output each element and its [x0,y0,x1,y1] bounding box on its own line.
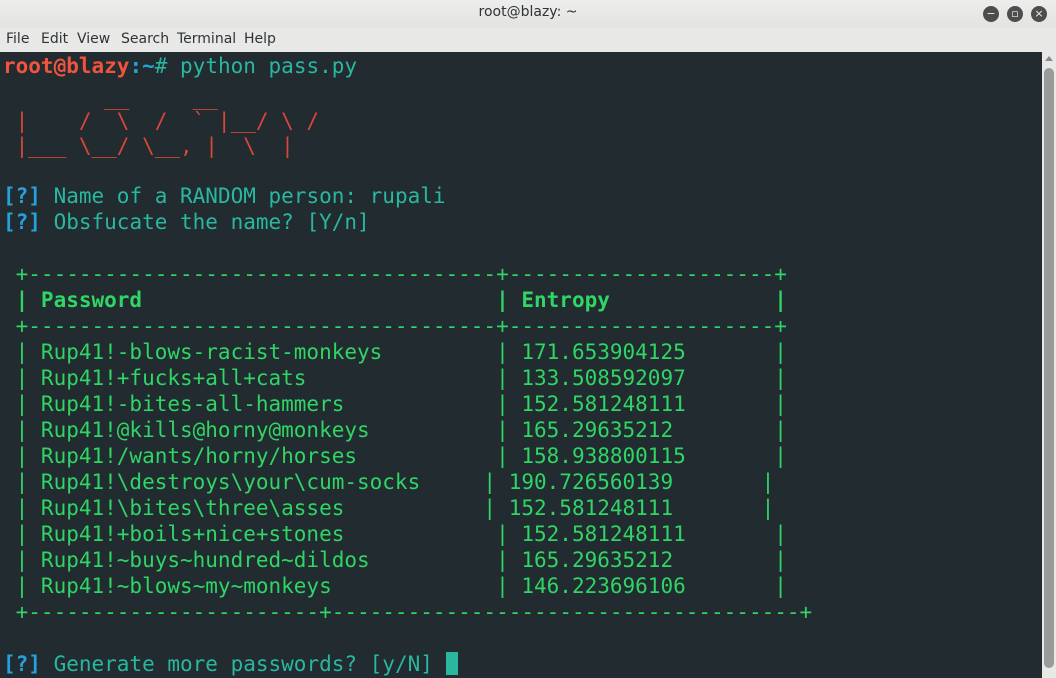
menu-bar: File Edit View Search Terminal Help [0,28,1056,52]
terminal-window: root@blazy: ~ − ▫ × File Edit View Searc… [0,0,1056,678]
text-cursor [445,652,458,675]
command-text: python pass.py [180,54,358,78]
table-row: | Rup41!~blows~my~monkeys | 146.22369610… [3,574,787,598]
menu-search[interactable]: Search [121,31,169,47]
terminal-output[interactable]: root@blazy:~# python pass.py __ __ | / \… [0,52,1042,678]
question-obfuscate: [?] Obsfucate the name? [Y/n] [3,209,370,235]
window-title: root@blazy: ~ [478,4,578,20]
ascii-art-line: |___ \__/ \__, | \ | [3,134,294,158]
menu-file[interactable]: File [6,31,29,47]
command-line: root@blazy:~# python pass.py [3,53,357,79]
question-text: Generate more passwords? [y/N] [40,652,446,676]
table-row: | Rup41!+fucks+all+cats | 133.508592097 … [3,366,787,390]
table-header: | Password | Entropy | [3,288,787,312]
question-tag: [?] [3,652,41,676]
scroll-up-arrow-icon[interactable] [1045,56,1053,61]
table-row: | Rup41!-bites-all-hammers | 152.5812481… [3,392,787,416]
table-border-top: +-------------------------------------+-… [3,262,787,286]
scroll-thumb[interactable] [1044,68,1054,668]
question-text: Name of a RANDOM person: rupali [40,184,446,208]
title-bar[interactable]: root@blazy: ~ − ▫ × [0,0,1056,28]
ascii-art-line: | / \ / ` |__/ \ / [3,109,320,133]
table-row: | Rup41!@kills@horny@monkeys | 165.29635… [3,418,787,442]
table-row: | Rup41!\destroys\your\cum-socks | 190.7… [3,470,775,494]
prompt-path: :~ [129,54,155,78]
table-row: | Rup41!~buys~hundred~dildos | 165.29635… [3,548,787,572]
table-row: | Rup41!-blows-racist-monkeys | 171.6539… [3,340,787,364]
menu-edit[interactable]: Edit [41,31,68,47]
scrollbar[interactable] [1042,52,1056,678]
question-tag: [?] [3,184,41,208]
prompt-symbol: # [154,54,181,78]
question-text: Obsfucate the name? [Y/n] [40,210,370,234]
question-name: [?] Name of a RANDOM person: rupali [3,183,446,209]
table-row: | Rup41!\bites\three\asses | 152.5812481… [3,496,775,520]
minimize-button[interactable]: − [983,6,999,22]
table-border-mid: +-------------------------------------+-… [3,314,787,338]
table-row: | Rup41!+boils+nice+stones | 152.5812481… [3,522,787,546]
menu-view[interactable]: View [77,31,110,47]
prompt-user-host: root@blazy [3,54,130,78]
menu-help[interactable]: Help [244,31,276,47]
menu-terminal[interactable]: Terminal [177,31,236,47]
table-row: | Rup41!/wants/horny/horses | 158.938800… [3,444,787,468]
table-border-bottom: +-----------------------+---------------… [3,600,813,624]
close-button[interactable]: × [1031,6,1047,22]
generate-more-prompt[interactable]: [?] Generate more passwords? [y/N] [3,651,458,677]
maximize-button[interactable]: ▫ [1007,6,1023,22]
question-tag: [?] [3,210,41,234]
